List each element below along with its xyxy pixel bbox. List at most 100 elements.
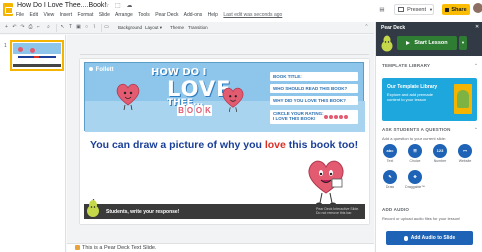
chevron-up-icon[interactable]: ⌃ bbox=[474, 127, 478, 133]
menu-arrange[interactable]: Arrange bbox=[115, 12, 133, 18]
add-audio-label: Add Audio to Slide bbox=[410, 235, 456, 241]
slide-filmstrip: 1 bbox=[0, 35, 66, 252]
heart-rating bbox=[324, 115, 348, 119]
speaker-notes[interactable]: This is a Pear Deck Text Slide. bbox=[67, 243, 374, 252]
chevron-down-icon[interactable]: ▼ bbox=[459, 36, 467, 50]
present-button[interactable]: Present ▼ bbox=[394, 4, 434, 15]
follett-logo-icon bbox=[89, 67, 93, 72]
transition-button[interactable]: Transition bbox=[188, 25, 208, 30]
start-lesson-button[interactable]: Start Lesson bbox=[397, 36, 457, 50]
question-book-title: BOOK TITLE: bbox=[270, 72, 358, 81]
background-button[interactable]: Background bbox=[118, 25, 142, 30]
footer-note: Pear Deck Interactive Slide. Do not remo… bbox=[316, 207, 360, 215]
sidebar-header: Pear Deck ✕ Start Lesson ▼ bbox=[376, 22, 482, 56]
add-audio-subtitle: Record or upload audio files for your le… bbox=[382, 216, 461, 221]
lock-icon bbox=[445, 7, 450, 12]
undo-icon[interactable]: ↶ bbox=[12, 25, 17, 30]
question-type-label: Choice bbox=[409, 159, 421, 163]
ask-students-heading[interactable]: ASK STUDENTS A QUESTION bbox=[382, 127, 451, 132]
print-icon[interactable]: ⎙ bbox=[28, 25, 33, 30]
question-type-choice[interactable]: ☰ Choice bbox=[405, 144, 425, 163]
menu-format[interactable]: Format bbox=[78, 12, 94, 18]
comment-add-icon[interactable]: ▭ bbox=[104, 25, 109, 30]
question-type-label: Website bbox=[458, 159, 472, 163]
heart-icon bbox=[30, 48, 35, 53]
question-type-draggable[interactable]: ✥ Draggable™ bbox=[405, 170, 425, 189]
book-letters: B O O K bbox=[177, 105, 212, 116]
follett-logo: Follett bbox=[89, 67, 114, 73]
rating-label-line2: I LOVE THIS BOOK! bbox=[273, 116, 316, 121]
menu-pear-deck[interactable]: Pear Deck bbox=[155, 12, 178, 18]
question-rating: CIRCLE YOUR RATING: I LOVE THIS BOOK! bbox=[270, 110, 358, 124]
redo-icon[interactable]: ↷ bbox=[20, 25, 25, 30]
text-box-icon[interactable]: T bbox=[68, 25, 73, 30]
prompt-text-after: this book too! bbox=[285, 139, 359, 151]
slide[interactable]: Follett HOW DO I LOVE THEE... B O O K BO… bbox=[80, 59, 369, 224]
comments-button[interactable]: ▤ bbox=[376, 4, 388, 15]
question-type-label: Text bbox=[386, 159, 394, 163]
template-library-illustration bbox=[454, 84, 472, 114]
footer-instruction: Students, write your response! bbox=[106, 209, 180, 215]
heart-icon bbox=[329, 115, 333, 119]
ask-students-subtitle: Add a question to your current slide: bbox=[382, 136, 447, 141]
question-type-draw[interactable]: ✎ Draw bbox=[380, 170, 400, 189]
library-card-description: Explore and add premade content to your … bbox=[387, 92, 434, 102]
question-label: WHO SHOULD READ THIS BOOK? bbox=[273, 85, 348, 91]
last-edit-link[interactable]: Last edit was seconds ago bbox=[223, 12, 282, 18]
draggable-question-icon: ✥ bbox=[408, 170, 422, 184]
question-type-label: Number bbox=[433, 159, 447, 163]
question-type-website[interactable]: ⊶ Website bbox=[455, 144, 475, 163]
add-icon[interactable]: + bbox=[4, 25, 9, 30]
chevron-down-icon[interactable]: ▼ bbox=[429, 7, 433, 12]
chevron-up-icon[interactable]: ⌃ bbox=[364, 25, 369, 30]
app-window: How Do I Love Thee....Book! ☆ ⬚ ☁ File E… bbox=[0, 0, 482, 252]
menu-edit[interactable]: Edit bbox=[29, 12, 38, 18]
heart-character-icon bbox=[221, 85, 245, 113]
menu-bar: File Edit View Insert Format Slide Arran… bbox=[16, 12, 286, 18]
select-icon[interactable]: ↖ bbox=[60, 25, 65, 30]
shape-icon[interactable]: ○ bbox=[84, 25, 89, 30]
play-icon bbox=[406, 41, 411, 45]
star-move-cloud-icons[interactable]: ☆ ⬚ ☁ bbox=[104, 2, 134, 9]
share-button[interactable]: Share bbox=[442, 4, 470, 15]
document-title[interactable]: How Do I Love Thee....Book! bbox=[17, 2, 106, 9]
toolbar: + ↶ ↷ ⎙ ⌐ ⌕ ↖ T ▣ ○ \ ▭ Background Layou… bbox=[0, 22, 374, 34]
add-audio-heading[interactable]: ADD AUDIO bbox=[382, 207, 409, 212]
heart-with-book-icon bbox=[304, 155, 348, 207]
start-lesson-label: Start Lesson bbox=[414, 40, 448, 46]
template-library-heading[interactable]: TEMPLATE LIBRARY bbox=[382, 63, 430, 68]
avatar[interactable] bbox=[473, 3, 482, 13]
menu-tools[interactable]: Tools bbox=[138, 12, 150, 18]
pear-deck-icon bbox=[75, 245, 80, 251]
template-library-card[interactable]: Our Template Library Explore and add pre… bbox=[382, 78, 477, 121]
question-type-number[interactable]: 123 Number bbox=[430, 144, 450, 163]
toolbar-divider bbox=[101, 24, 102, 32]
comment-icon: ▤ bbox=[379, 6, 385, 13]
theme-button[interactable]: Theme bbox=[170, 25, 184, 30]
text-question-icon: abc bbox=[383, 144, 397, 158]
close-icon[interactable]: ✕ bbox=[475, 24, 479, 30]
add-audio-button[interactable]: Add Audio to Slide bbox=[386, 231, 473, 245]
menu-help[interactable]: Help bbox=[208, 12, 218, 18]
layout-button[interactable]: Layout ▾ bbox=[145, 25, 162, 31]
slides-logo-icon[interactable] bbox=[3, 3, 13, 16]
heart-icon bbox=[339, 115, 343, 119]
question-label: CIRCLE YOUR RATING: I LOVE THIS BOOK! bbox=[273, 111, 324, 121]
question-why-love: WHY DID YOU LOVE THIS BOOK? bbox=[270, 96, 358, 105]
menu-add-ons[interactable]: Add-ons bbox=[184, 12, 203, 18]
menu-view[interactable]: View bbox=[43, 12, 54, 18]
chevron-up-icon[interactable]: ⌃ bbox=[474, 63, 478, 69]
paint-format-icon[interactable]: ⌐ bbox=[36, 25, 41, 30]
line-icon[interactable]: \ bbox=[92, 25, 97, 30]
slide-thumbnail[interactable] bbox=[10, 40, 64, 71]
menu-insert[interactable]: Insert bbox=[60, 12, 73, 18]
question-type-text[interactable]: abc Text bbox=[380, 144, 400, 163]
menu-file[interactable]: File bbox=[16, 12, 24, 18]
image-icon[interactable]: ▣ bbox=[76, 25, 81, 30]
present-label: Present bbox=[407, 6, 427, 13]
menu-slide[interactable]: Slide bbox=[99, 12, 110, 18]
pear-deck-sidebar: Pear Deck ✕ Start Lesson ▼ TEMPLATE LIBR… bbox=[375, 22, 482, 252]
question-label: WHY DID YOU LOVE THIS BOOK? bbox=[273, 97, 346, 103]
zoom-icon[interactable]: ⌕ bbox=[46, 25, 51, 30]
pear-mascot-icon bbox=[87, 199, 99, 217]
